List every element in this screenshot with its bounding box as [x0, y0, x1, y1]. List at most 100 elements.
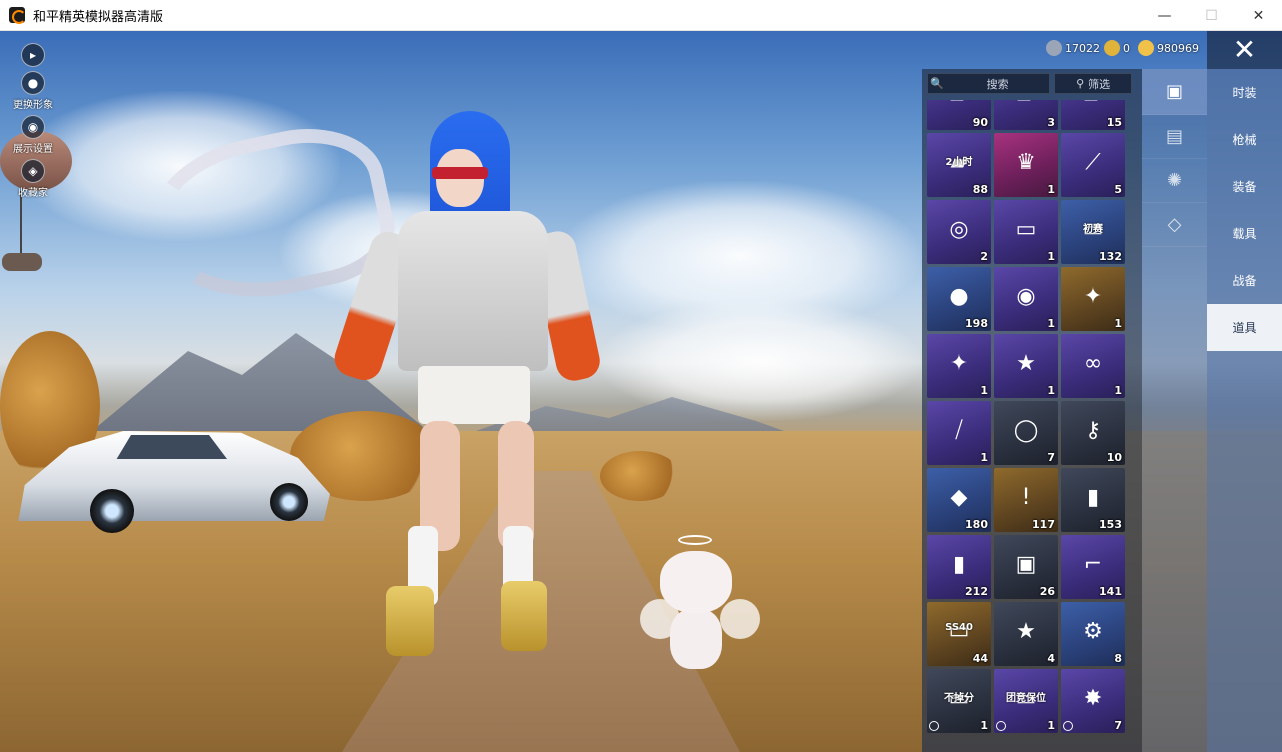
avatar-icon: ●: [21, 71, 45, 95]
inventory-item[interactable]: ▭ 初赛 132: [1061, 200, 1125, 264]
close-icon: ✕: [1232, 33, 1257, 66]
inventory-item[interactable]: ▭ SS40 44: [927, 602, 991, 666]
item-label: 3天: [994, 100, 1058, 101]
change-avatar-button[interactable]: ● 更换形象: [10, 71, 56, 111]
gold-coin-icon: [1138, 40, 1154, 56]
currency-silver: 17022: [1046, 40, 1100, 56]
inventory-item[interactable]: ▭ 不掉分 1: [927, 669, 991, 733]
double-card-3d-icon: ▰: [1005, 100, 1047, 116]
inventory-item[interactable]: ✦ 1: [927, 334, 991, 398]
eye-icon: ◉: [21, 115, 45, 139]
fuel-can-icon: ▣: [1015, 551, 1037, 577]
inventory-item[interactable]: ▭ 1: [994, 200, 1058, 264]
item-count: 198: [965, 317, 988, 330]
inventory-item[interactable]: ▰3天 15: [1061, 100, 1125, 130]
character-shoe-right: [501, 581, 547, 651]
silver-badge-icon: ◉: [1016, 283, 1036, 309]
item-count: 3: [1047, 116, 1055, 129]
sub-tab-firework[interactable]: ✺: [1142, 159, 1207, 203]
close-window-button[interactable]: ✕: [1235, 0, 1282, 31]
inventory-item[interactable]: ▰ 2小时 88: [927, 133, 991, 197]
sub-tab-card[interactable]: ▣: [1142, 69, 1207, 115]
expand-arrow-icon: ▸: [21, 43, 45, 67]
item-label: SS40: [945, 622, 973, 633]
clock-icon: [996, 721, 1006, 731]
currency-gold-value: 980969: [1157, 41, 1199, 55]
calendar-icon: ▤: [1165, 126, 1183, 147]
game-viewport[interactable]: ▸ ● 更换形象 ◉ 展示设置 ◈ 收藏家 17022 0 980969 ✕ 🔍: [0, 31, 1282, 752]
sub-tab-calendar[interactable]: ▤: [1142, 115, 1207, 159]
gold-badge-icon: [1104, 40, 1120, 56]
item-count: 1: [1114, 317, 1122, 330]
item-label: 不掉分: [944, 693, 974, 704]
item-count: 8: [1114, 652, 1122, 665]
gold-star-coin-icon: ★: [1016, 618, 1036, 644]
double-card-2h-icon: ▰: [938, 100, 980, 116]
inventory-item[interactable]: ∞ 1: [1061, 334, 1125, 398]
inventory-item[interactable]: ! 117: [994, 468, 1058, 532]
item-count: 2: [980, 250, 988, 263]
search-row: 🔍 搜索 ⚲ 筛选: [927, 73, 1132, 94]
medal-icon: ◎: [949, 216, 969, 242]
item-count: 1: [1047, 384, 1055, 397]
main-tab[interactable]: 战备: [1207, 257, 1282, 304]
inventory-item[interactable]: ◯ 7: [994, 401, 1058, 465]
inventory-item[interactable]: ♛ 1: [994, 133, 1058, 197]
inventory-item[interactable]: ▰2小时 90: [927, 100, 991, 130]
orange-crest-icon: ✸: [1083, 685, 1103, 711]
item-grid-viewport[interactable]: ▰2小时90▰3天3▰3天15▰2小时88♛1⟋5◎2▭1▭初赛132●198◉…: [927, 100, 1137, 752]
display-settings-button[interactable]: ◉ 展示设置: [10, 115, 56, 155]
minimize-button[interactable]: —: [1141, 0, 1188, 31]
inventory-item[interactable]: ✸ 7: [1061, 669, 1125, 733]
inventory-item[interactable]: ● 198: [927, 267, 991, 331]
search-icon: 🔍: [930, 77, 944, 90]
inventory-item[interactable]: ▰3天 3: [994, 100, 1058, 130]
inventory-item[interactable]: ▣ 26: [994, 535, 1058, 599]
inventory-item[interactable]: ⧸ 1: [927, 401, 991, 465]
character-visor: [432, 167, 488, 179]
pet-halo: [678, 535, 712, 545]
inventory-item[interactable]: ⚷ 10: [1061, 401, 1125, 465]
sub-tab-ticket-diamond[interactable]: ◇: [1142, 203, 1207, 247]
collector-button[interactable]: ◈ 收藏家: [10, 159, 56, 199]
double-card-3d-icon: ▰: [1072, 100, 1114, 116]
main-tab[interactable]: 道具: [1207, 304, 1282, 351]
item-count: 88: [972, 183, 988, 196]
item-count: 26: [1039, 585, 1055, 598]
main-tab[interactable]: 装备: [1207, 163, 1282, 210]
window-title: 和平精英模拟器高清版: [33, 9, 164, 25]
filter-button[interactable]: ⚲ 筛选: [1054, 73, 1132, 94]
main-tab[interactable]: 时装: [1207, 69, 1282, 116]
inventory-item[interactable]: ▭ 团竞保位 1: [994, 669, 1058, 733]
maximize-button[interactable]: ☐: [1188, 0, 1235, 31]
expand-button[interactable]: ▸: [10, 43, 56, 67]
inventory-item[interactable]: ▮ 153: [1061, 468, 1125, 532]
inventory-item[interactable]: ⚙ 8: [1061, 602, 1125, 666]
balloon-basket: [2, 253, 42, 271]
inventory-item[interactable]: ◎ 2: [927, 200, 991, 264]
inventory-item[interactable]: ★ 4: [994, 602, 1058, 666]
inventory-item[interactable]: ◉ 1: [994, 267, 1058, 331]
pink-scroll-icon: ⧸: [955, 417, 963, 443]
close-panel-button[interactable]: ✕: [1207, 31, 1282, 69]
car-wheel: [90, 489, 134, 533]
inventory-item[interactable]: ⌐ 141: [1061, 535, 1125, 599]
main-tab[interactable]: 载具: [1207, 210, 1282, 257]
inventory-item[interactable]: ⟋ 5: [1061, 133, 1125, 197]
item-count: 10: [1106, 451, 1122, 464]
search-input[interactable]: 🔍 搜索: [927, 73, 1051, 94]
vehicle-supercar: [12, 403, 330, 533]
main-tab[interactable]: 枪械: [1207, 116, 1282, 163]
blue-orb-icon: ●: [949, 283, 969, 309]
inventory-item[interactable]: ★ 1: [994, 334, 1058, 398]
inventory-panel: 🔍 搜索 ⚲ 筛选 ▰2小时90▰3天3▰3天15▰2小时88♛1⟋5◎2▭1▭…: [922, 69, 1142, 752]
item-label: 2小时: [945, 157, 973, 168]
inventory-item[interactable]: ✦ 1: [1061, 267, 1125, 331]
item-label: 2小时: [927, 100, 991, 101]
inventory-item[interactable]: ◆ 180: [927, 468, 991, 532]
bat-icon: ⟋: [1085, 149, 1101, 175]
collector-label: 收藏家: [18, 188, 48, 199]
item-count: 15: [1106, 116, 1122, 129]
inventory-item[interactable]: ▮ 212: [927, 535, 991, 599]
item-label: 团竞保位: [1006, 693, 1046, 704]
